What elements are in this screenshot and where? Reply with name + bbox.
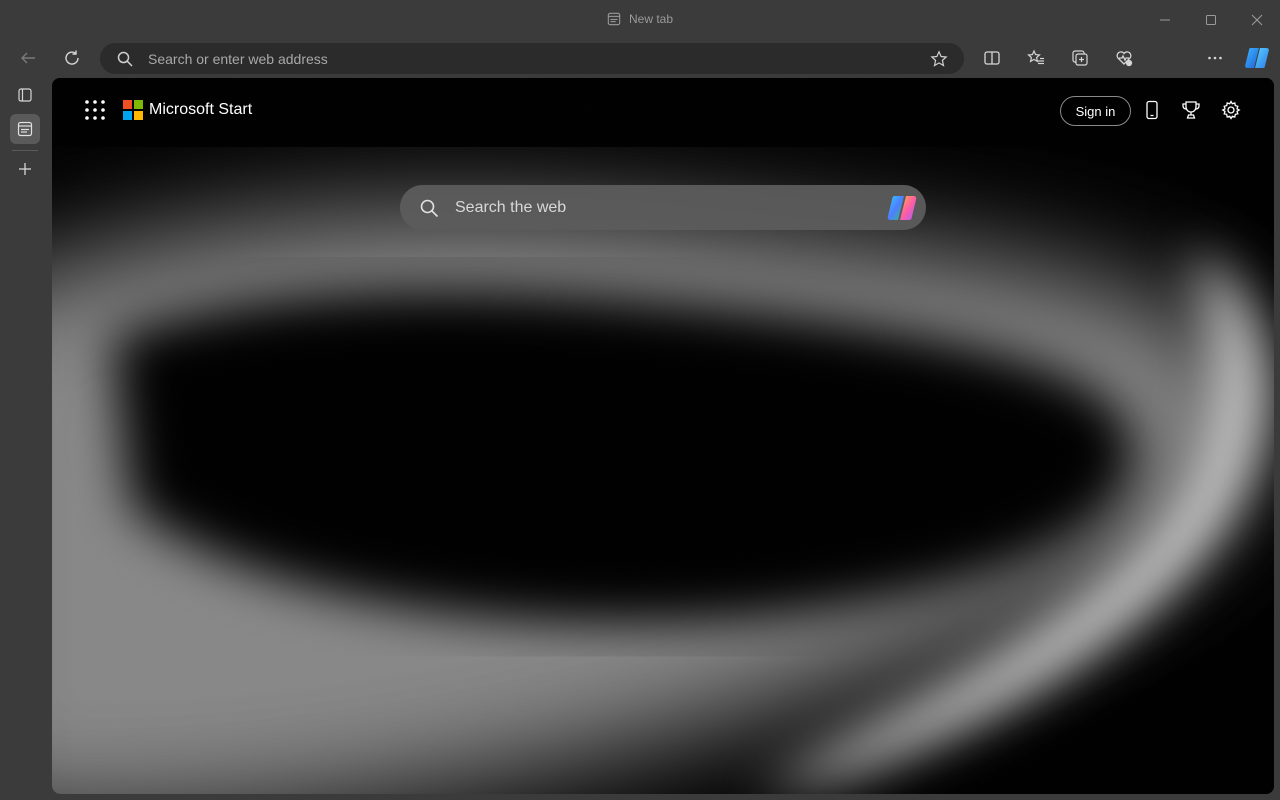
brand-name: Microsoft Start <box>149 101 253 118</box>
copilot-icon[interactable] <box>886 193 918 223</box>
more-menu-icon <box>1208 56 1222 60</box>
browser-essentials-icon <box>1116 51 1133 67</box>
back-arrow-icon <box>21 52 35 64</box>
back-button[interactable] <box>14 44 42 72</box>
favorites-button[interactable] <box>1022 44 1050 72</box>
settings-button[interactable] <box>1219 98 1243 122</box>
refresh-button[interactable] <box>58 44 86 72</box>
address-bar[interactable]: Search or enter web address <box>100 43 964 74</box>
new-tab-page: Microsoft Start Sign in Search the web <box>52 78 1274 794</box>
close-icon <box>1251 14 1263 26</box>
collections-icon <box>1072 50 1088 66</box>
tab-actions-icon <box>18 88 32 102</box>
browser-toolbar: Search or enter web address <box>0 40 1280 110</box>
search-icon <box>117 51 133 67</box>
web-search-input[interactable]: Search the web <box>455 199 886 217</box>
title-bar: New tab <box>0 0 1280 40</box>
minimize-icon <box>1160 19 1170 21</box>
split-screen-icon <box>984 51 1000 65</box>
phone-icon <box>1146 100 1158 120</box>
microsoft-logo <box>123 100 143 120</box>
maximize-button[interactable] <box>1188 0 1234 40</box>
new-tab-page-icon <box>607 12 621 26</box>
minimize-button[interactable] <box>1142 0 1188 40</box>
vertical-tab-strip <box>0 76 50 800</box>
browser-essentials-button[interactable] <box>1110 44 1138 72</box>
sidebar-divider <box>12 150 38 151</box>
tab-title[interactable]: New tab <box>0 12 1280 26</box>
web-search-box[interactable]: Search the web <box>400 185 926 230</box>
tab-title-label: New tab <box>628 12 674 26</box>
settings-gear-icon <box>1221 100 1241 120</box>
phone-button[interactable] <box>1140 98 1164 122</box>
more-menu-button[interactable] <box>1201 44 1229 72</box>
rewards-button[interactable] <box>1179 98 1203 122</box>
collections-button[interactable] <box>1066 44 1094 72</box>
copilot-icon[interactable] <box>1244 46 1270 70</box>
address-input[interactable]: Search or enter web address <box>148 51 930 67</box>
favorite-star-icon[interactable] <box>930 49 948 68</box>
rewards-trophy-icon <box>1182 101 1200 119</box>
refresh-icon <box>65 50 79 65</box>
tab-actions-button[interactable] <box>10 80 40 110</box>
vertical-tab-icon <box>17 121 33 137</box>
brand-link[interactable]: Microsoft Start <box>123 100 252 120</box>
search-icon <box>420 199 439 217</box>
maximize-icon <box>1206 15 1216 25</box>
sign-in-button[interactable]: Sign in <box>1060 96 1131 126</box>
close-button[interactable] <box>1234 0 1280 40</box>
favorites-icon <box>1027 49 1044 65</box>
app-launcher-icon[interactable] <box>84 99 106 121</box>
vertical-tab-new-tab[interactable] <box>10 114 40 144</box>
split-screen-button[interactable] <box>978 44 1006 72</box>
new-tab-plus-icon <box>19 163 31 175</box>
start-header: Microsoft Start Sign in <box>52 78 1274 142</box>
new-tab-button[interactable] <box>10 154 40 184</box>
